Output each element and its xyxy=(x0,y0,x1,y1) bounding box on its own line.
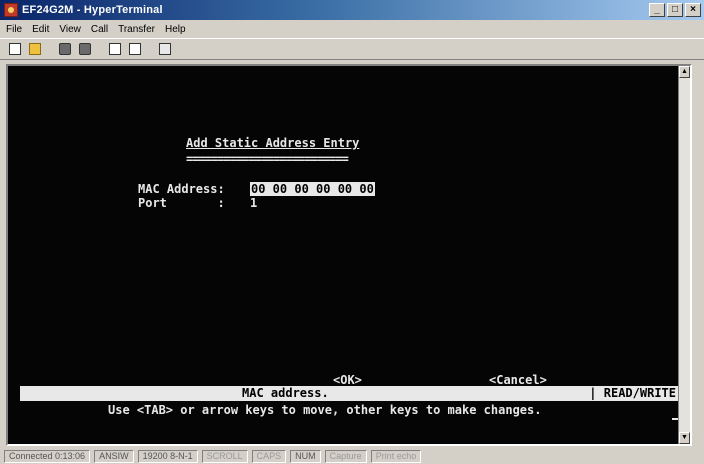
close-button[interactable]: × xyxy=(685,3,701,17)
scroll-up-arrow-icon[interactable]: ▲ xyxy=(679,66,690,78)
menu-edit[interactable]: Edit xyxy=(32,24,49,35)
title-bar: EF24G2M - HyperTerminal _ □ × xyxy=(0,0,704,20)
maximize-button[interactable]: □ xyxy=(667,3,683,17)
disconnect-icon[interactable] xyxy=(76,40,94,58)
emulation-mode: ANSIW xyxy=(94,449,134,463)
send-icon[interactable] xyxy=(106,40,124,58)
access-mode: | READ/WRITE xyxy=(589,386,676,400)
menu-help[interactable]: Help xyxy=(165,24,186,35)
ok-button[interactable]: <OK> xyxy=(333,373,362,387)
menu-file[interactable]: File xyxy=(6,24,22,35)
mac-address-field[interactable]: 00 00 00 00 00 00 xyxy=(250,182,375,196)
caps-indicator: CAPS xyxy=(251,449,287,463)
print-echo-indicator: Print echo xyxy=(370,449,422,463)
minimize-button[interactable]: _ xyxy=(649,3,665,17)
num-indicator: NUM xyxy=(290,449,321,463)
cancel-button[interactable]: <Cancel> xyxy=(489,373,547,387)
terminal-status-line: MAC address. | READ/WRITE xyxy=(20,386,680,401)
form-title: Add Static Address Entry xyxy=(186,136,360,150)
capture-indicator: Capture xyxy=(324,449,367,463)
hyperterminal-icon[interactable] xyxy=(4,3,18,17)
menu-call[interactable]: Call xyxy=(91,24,108,35)
scroll-down-arrow-icon[interactable]: ▼ xyxy=(679,432,690,444)
port-settings: 19200 8-N-1 xyxy=(137,449,198,463)
mac-address-label: MAC Address: xyxy=(138,182,225,196)
connect-phone-icon[interactable] xyxy=(56,40,74,58)
toolbar xyxy=(0,38,704,60)
new-icon[interactable] xyxy=(6,40,24,58)
scroll-indicator: SCROLL xyxy=(201,449,248,463)
connection-time: Connected 0:13:06 xyxy=(4,449,91,463)
terminal-screen[interactable]: Add Static Address Entry ===============… xyxy=(8,66,680,444)
vertical-scrollbar[interactable]: ▲ ▼ xyxy=(678,66,690,444)
open-folder-icon[interactable] xyxy=(26,40,44,58)
port-field[interactable]: 1 xyxy=(250,196,257,210)
field-help-message: MAC address. xyxy=(242,386,329,400)
status-bar: Connected 0:13:06 ANSIW 19200 8-N-1 SCRO… xyxy=(0,448,704,464)
navigation-help: Use <TAB> or arrow keys to move, other k… xyxy=(108,403,542,417)
properties-icon[interactable] xyxy=(156,40,174,58)
terminal-frame: Add Static Address Entry ===============… xyxy=(6,64,692,446)
port-label: Port : xyxy=(138,196,225,210)
form-title-underline: ========================== xyxy=(186,152,349,166)
window-title: EF24G2M - HyperTerminal xyxy=(22,4,163,16)
window-controls: _ □ × xyxy=(649,3,701,17)
menu-transfer[interactable]: Transfer xyxy=(118,24,155,35)
menu-bar: File Edit View Call Transfer Help xyxy=(0,21,186,37)
receive-icon[interactable] xyxy=(126,40,144,58)
menu-view[interactable]: View xyxy=(59,24,81,35)
